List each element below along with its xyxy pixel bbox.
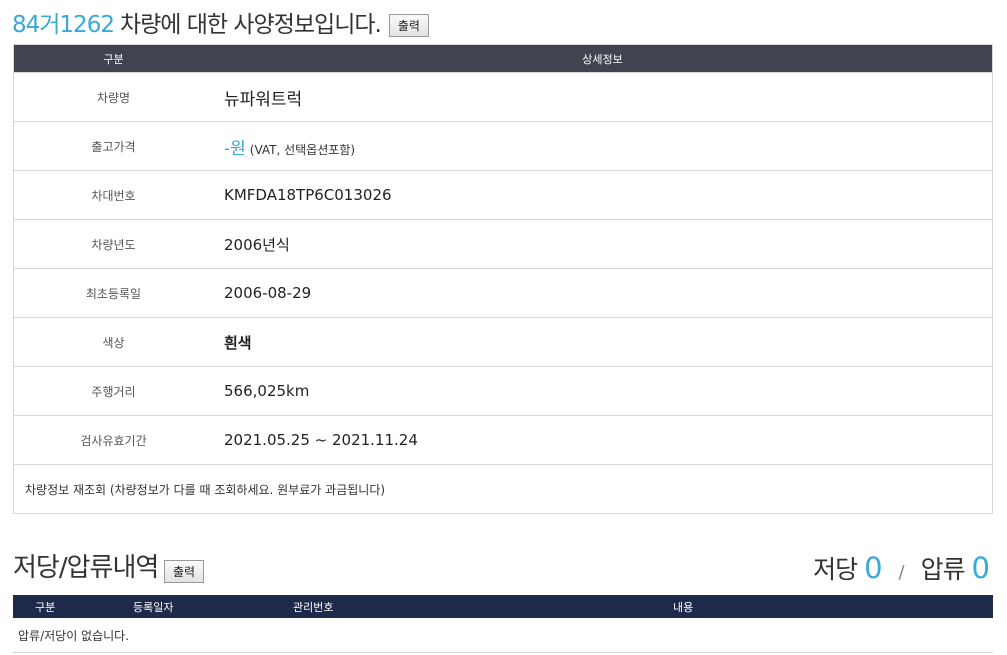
- lien-summary: 저당 0 / 압류 0: [813, 550, 990, 586]
- value-vin: KMFDA18TP6C013026: [213, 170, 993, 220]
- lien-empty-message: 압류/저당이 없습니다.: [13, 618, 993, 653]
- row-vin: 차대번호 KMFDA18TP6C013026: [13, 170, 993, 220]
- spec-header-row: 구분 상세정보: [13, 44, 993, 73]
- lien-table: 구분 등록일자 관리번호 내용 압류/저당이 없습니다.: [13, 595, 993, 653]
- label-registration-date: 최초등록일: [13, 268, 213, 318]
- title-suffix: 차량에 대한 사양정보입니다.: [119, 12, 382, 38]
- price-note: (VAT, 선택옵션포함): [249, 142, 356, 157]
- page-title: 84거1262 차량에 대한 사양정보입니다. 출력: [12, 5, 429, 39]
- value-color: 흰색: [213, 317, 993, 367]
- seizure-count: 0: [971, 551, 990, 585]
- value-vehicle-name: 뉴파워트럭: [224, 89, 303, 110]
- mortgage-label: 저당: [813, 555, 858, 584]
- plate-number: 84거1262: [12, 12, 115, 38]
- lien-empty-row: 압류/저당이 없습니다.: [13, 618, 993, 653]
- label-inspection: 검사유효기간: [13, 415, 213, 465]
- row-vehicle-name: 차량명 뉴파워트럭: [13, 72, 993, 122]
- row-registration-date: 최초등록일 2006-08-29: [13, 268, 993, 318]
- lien-col-content: 내용: [673, 595, 993, 618]
- label-vin: 차대번호: [13, 170, 213, 220]
- value-vehicle-name-cell: 뉴파워트럭: [213, 72, 993, 122]
- label-vehicle-name: 차량명: [13, 72, 213, 122]
- col-category: 구분: [13, 44, 213, 73]
- lien-header-row: 구분 등록일자 관리번호 내용: [13, 595, 993, 618]
- summary-divider: /: [898, 562, 905, 583]
- col-detail: 상세정보: [213, 44, 993, 73]
- value-price-cell: -원 (VAT, 선택옵션포함): [213, 121, 993, 171]
- label-price: 출고가격: [13, 121, 213, 171]
- value-year: 2006년식: [213, 219, 993, 269]
- spec-print-button[interactable]: 출력: [388, 14, 429, 37]
- value-price: -원: [224, 138, 246, 159]
- spec-table: 구분 상세정보 차량명 뉴파워트럭 출고가격 -원 (VAT, 선택옵션포함) 차…: [13, 44, 993, 514]
- lien-col-id: 관리번호: [293, 595, 673, 618]
- label-year: 차량년도: [13, 219, 213, 269]
- row-price: 출고가격 -원 (VAT, 선택옵션포함): [13, 121, 993, 171]
- row-year: 차량년도 2006년식: [13, 219, 993, 269]
- row-mileage: 주행거리 566,025km: [13, 366, 993, 416]
- value-mileage: 566,025km: [213, 366, 993, 416]
- row-color: 색상 흰색: [13, 317, 993, 367]
- row-inspection: 검사유효기간 2021.05.25 ~ 2021.11.24: [13, 415, 993, 465]
- lien-print-button[interactable]: 출력: [164, 560, 205, 583]
- lien-col-date: 등록일자: [133, 595, 293, 618]
- label-mileage: 주행거리: [13, 366, 213, 416]
- refresh-notice-link[interactable]: 차량정보 재조회 (차량정보가 다를 때 조회하세요. 원부료가 과금됩니다): [13, 464, 993, 514]
- lien-title: 저당/압류내역: [13, 553, 159, 583]
- lien-header: 저당/압류내역 출력 저당 0 / 압류 0: [13, 548, 993, 588]
- label-color: 색상: [13, 317, 213, 367]
- row-notice: 차량정보 재조회 (차량정보가 다를 때 조회하세요. 원부료가 과금됩니다): [13, 464, 993, 514]
- value-inspection: 2021.05.25 ~ 2021.11.24: [213, 415, 993, 465]
- lien-col-type: 구분: [13, 595, 133, 618]
- mortgage-count: 0: [864, 551, 882, 585]
- seizure-label: 압류: [920, 555, 966, 584]
- value-registration-date: 2006-08-29: [213, 268, 993, 318]
